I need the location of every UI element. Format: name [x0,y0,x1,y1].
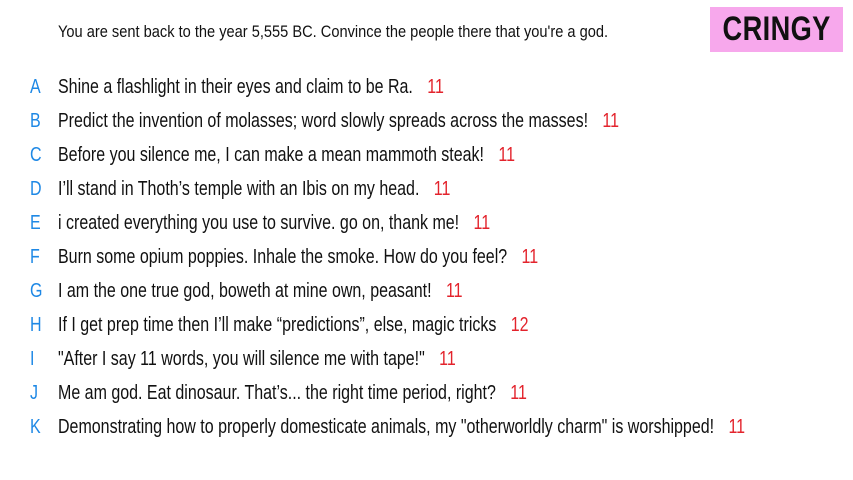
answer-text: Before you silence me, I can make a mean… [58,143,484,166]
answer-text: If I get prep time then I’ll make “predi… [58,313,497,336]
answer-score: 12 [510,313,529,336]
answer-row[interactable]: K Demonstrating how to properly domestic… [0,410,853,444]
answer-row[interactable]: J Me am god. Eat dinosaur. That’s... the… [0,376,853,410]
answer-row[interactable]: F Burn some opium poppies. Inhale the sm… [0,240,853,274]
rating-badge: CRINGY [710,7,843,52]
answer-score: 11 [445,279,463,302]
answer-text: I am the one true god, boweth at mine ow… [58,279,432,302]
answer-letter: E [30,211,41,234]
answer-letter: C [30,143,42,166]
answer-letter: K [30,415,41,438]
answer-letter: H [30,313,42,336]
answer-row[interactable]: G I am the one true god, boweth at mine … [0,274,853,308]
rating-badge-label: CRINGY [722,10,831,48]
answer-letter: D [30,177,42,200]
answer-text: i created everything you use to survive.… [58,211,460,234]
answer-score: 11 [498,143,515,166]
answer-letter: B [30,109,41,132]
answer-letter: A [30,75,41,98]
answer-row[interactable]: I "After I say 11 words, you will silenc… [0,342,853,376]
answer-text: Predict the invention of molasses; word … [58,109,589,132]
answer-score: 11 [439,347,456,370]
answer-text: "After I say 11 words, you will silence … [58,347,425,370]
answer-text: Shine a flashlight in their eyes and cla… [58,75,413,98]
answer-row[interactable]: H If I get prep time then I’ll make “pre… [0,308,853,342]
answer-text: Burn some opium poppies. Inhale the smok… [58,245,508,268]
answer-score: 11 [728,415,746,438]
answer-letter: G [30,279,43,302]
answer-text: Demonstrating how to properly domesticat… [58,415,715,438]
answer-row[interactable]: D I’ll stand in Thoth’s temple with an I… [0,172,853,206]
answer-row[interactable]: C Before you silence me, I can make a me… [0,138,853,172]
answer-row[interactable]: E i created everything you use to surviv… [0,206,853,240]
prompt-text: You are sent back to the year 5,555 BC. … [58,22,609,41]
answer-score: 11 [473,211,491,234]
answer-score: 11 [521,245,539,268]
answer-score: 11 [427,75,444,98]
answer-score: 11 [433,177,451,200]
answer-score: 11 [602,109,620,132]
answer-score: 11 [510,381,527,404]
answer-text: Me am god. Eat dinosaur. That’s... the r… [58,381,496,404]
answer-letter: J [30,381,38,404]
answer-letter: I [30,347,35,370]
answer-text: I’ll stand in Thoth’s temple with an Ibi… [58,177,420,200]
answer-row[interactable]: A Shine a flashlight in their eyes and c… [0,70,853,104]
answer-row[interactable]: B Predict the invention of molasses; wor… [0,104,853,138]
answer-letter: F [30,245,40,268]
